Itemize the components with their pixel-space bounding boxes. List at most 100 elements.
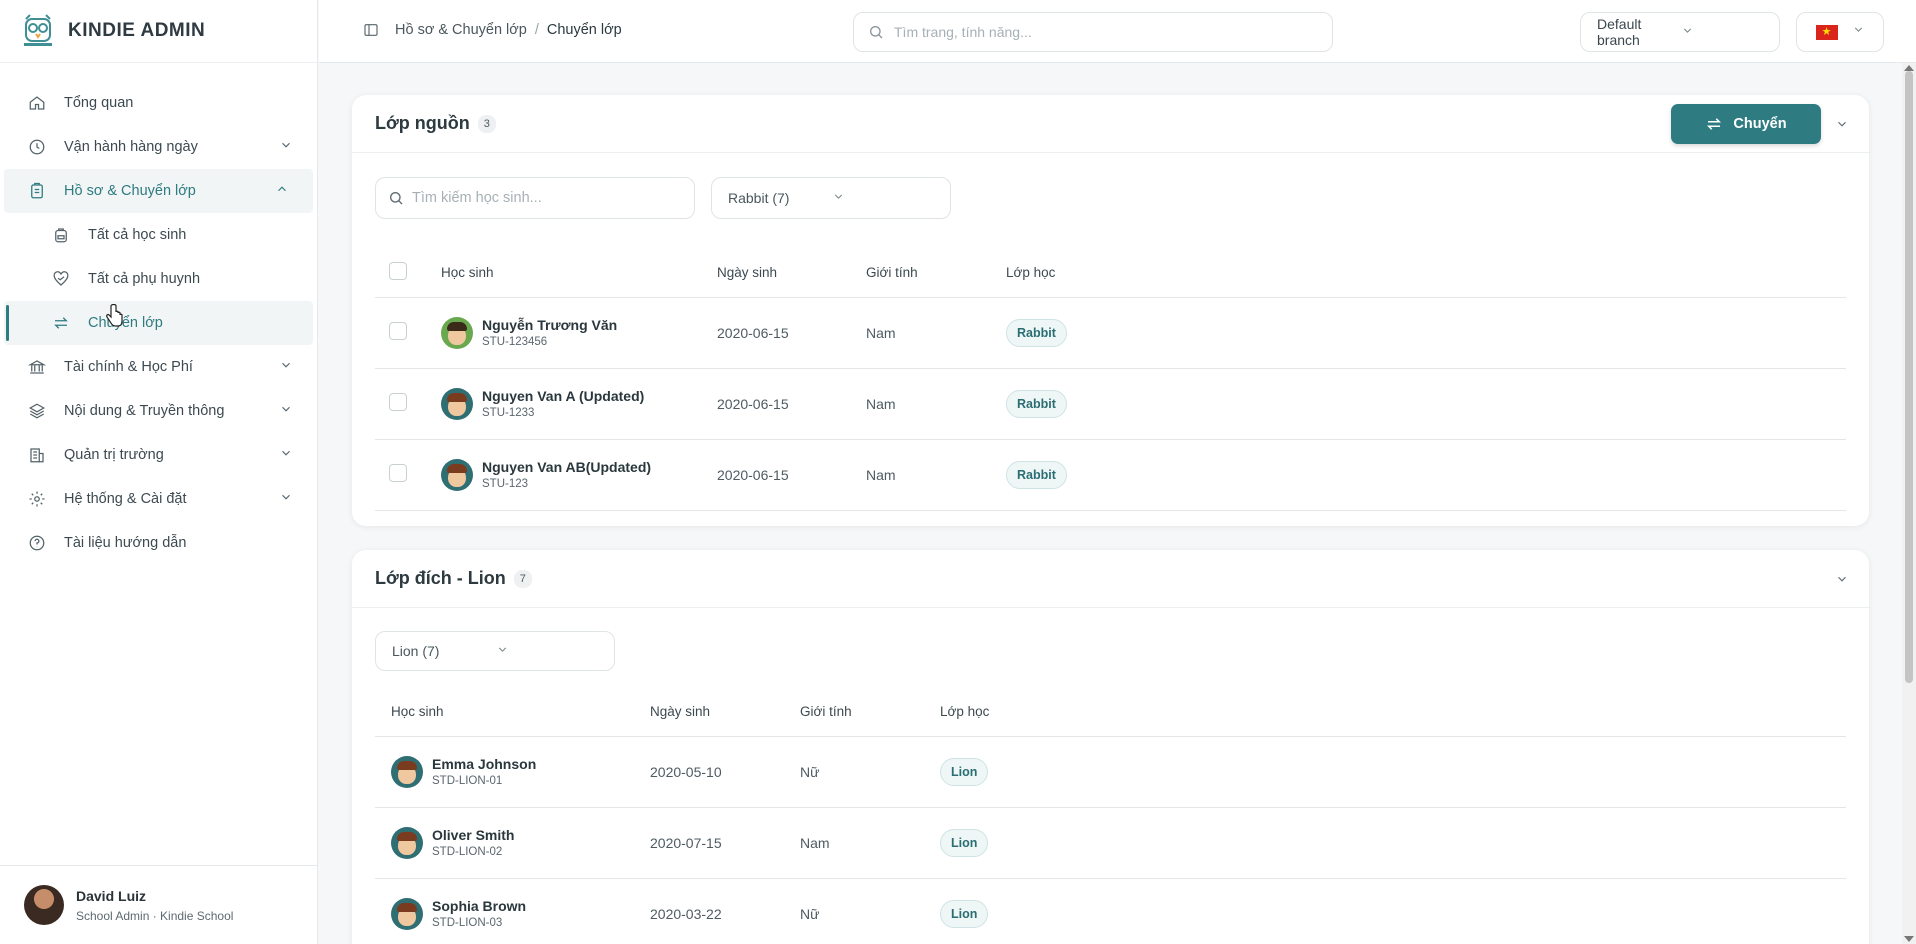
student-search-placeholder: Tìm kiếm học sinh... xyxy=(412,190,542,206)
source-card-header: Lớp nguồn 3 Chuyển xyxy=(352,95,1869,153)
chevron-down-icon xyxy=(279,446,293,464)
col-dob: Ngày sinh xyxy=(701,249,850,298)
brand[interactable]: KINDIE ADMIN xyxy=(0,0,317,63)
student-avatar xyxy=(441,458,473,491)
clipboard-icon xyxy=(28,182,46,200)
col-student: Học sinh xyxy=(375,688,634,737)
student-avatar xyxy=(391,826,423,859)
class-cell: Rabbit xyxy=(990,368,1846,440)
dob-cell: 2020-06-15 xyxy=(701,439,850,511)
scrollbar-thumb[interactable] xyxy=(1905,71,1913,683)
student-search-input[interactable]: Tìm kiếm học sinh... xyxy=(375,177,695,219)
student-cell: Nguyễn Trương Văn STU-123456 xyxy=(441,297,701,369)
student-name: Emma Johnson xyxy=(432,756,537,772)
row-select-cell xyxy=(375,297,441,369)
table-header-row: Học sinh Ngày sinh Giới tính Lớp học xyxy=(375,249,1846,298)
help-icon xyxy=(28,534,46,552)
scroll-down-arrow-icon[interactable] xyxy=(1904,936,1914,942)
breadcrumb-separator: / xyxy=(534,22,539,38)
search-icon xyxy=(390,192,403,205)
source-class-value: Rabbit (7) xyxy=(728,190,790,206)
target-class-select[interactable]: Lion (7) xyxy=(375,631,615,671)
sidebar-item-help-docs[interactable]: Tài liệu hướng dẫn xyxy=(0,521,317,565)
student-cell: Oliver Smith STD-LION-02 xyxy=(375,807,634,879)
table-row[interactable]: Nguyen Van A (Updated) STU-1233 2020-06-1… xyxy=(375,368,1846,440)
sidebar-item-class-transfer[interactable]: Chuyển lớp xyxy=(4,301,313,345)
sidebar-item-records-transfer[interactable]: Hồ sơ & Chuyển lớp xyxy=(4,169,313,213)
breadcrumb-current: Chuyển lớp xyxy=(546,22,622,38)
row-checkbox[interactable] xyxy=(389,322,407,340)
sidebar-item-system-settings[interactable]: Hệ thống & Cài đặt xyxy=(0,477,317,521)
sidebar-item-label: Nội dung & Truyền thông xyxy=(64,403,225,419)
chevron-down-icon xyxy=(1681,24,1765,40)
collapse-chevron-icon[interactable] xyxy=(1835,117,1849,136)
owl-logo-icon xyxy=(24,14,52,46)
chevron-down-icon xyxy=(496,643,600,659)
row-select-cell xyxy=(375,368,441,440)
class-cell: Rabbit xyxy=(990,297,1846,369)
sidebar-item-content-communication[interactable]: Nội dung & Truyền thông xyxy=(0,389,317,433)
collapse-chevron-icon[interactable] xyxy=(1835,572,1849,591)
student-name: Oliver Smith xyxy=(432,827,515,843)
user-name: David Luiz xyxy=(76,887,147,904)
dob-cell: 2020-05-10 xyxy=(634,736,784,808)
sidebar-item-label: Vận hành hàng ngày xyxy=(64,139,198,155)
page-scrollbar[interactable] xyxy=(1902,63,1916,944)
gender-cell: Nam xyxy=(850,297,990,369)
transfer-icon xyxy=(1707,118,1722,130)
source-class-select[interactable]: Rabbit (7) xyxy=(711,177,951,219)
source-class-card: Lớp nguồn 3 Chuyển Tìm kiếm học sinh... … xyxy=(352,95,1869,526)
table-row[interactable]: Nguyen Van AB(Updated) STU-123 2020-06-15… xyxy=(375,439,1846,511)
source-students-table: Học sinh Ngày sinh Giới tính Lớp học Ngu… xyxy=(375,249,1846,511)
sidebar-item-all-parents[interactable]: Tất cả phụ huynh xyxy=(0,257,317,301)
transfer-button[interactable]: Chuyển xyxy=(1671,104,1821,144)
target-count-badge: 7 xyxy=(513,569,532,588)
class-tag: Lion xyxy=(940,828,989,857)
table-row[interactable]: Oliver Smith STD-LION-02 2020-07-15 Nam L… xyxy=(375,807,1846,879)
chevron-down-icon xyxy=(279,402,293,420)
sidebar-item-label: Quản trị trường xyxy=(64,447,164,463)
table-row[interactable]: Nguyễn Trương Văn STU-123456 2020-06-15 N… xyxy=(375,297,1846,369)
gender-cell: Nữ xyxy=(784,878,924,944)
student-code: STU-123456 xyxy=(482,336,548,348)
class-tag: Rabbit xyxy=(1006,389,1067,418)
col-class: Lớp học xyxy=(924,688,1846,737)
layers-icon xyxy=(28,402,46,420)
sidebar: KINDIE ADMIN Tổng quan Vận hành hàng ngà… xyxy=(0,0,318,944)
sidebar-item-overview[interactable]: Tổng quan xyxy=(0,81,317,125)
gender-cell: Nam xyxy=(850,439,990,511)
student-code: STD-LION-03 xyxy=(432,917,503,929)
global-search-input[interactable]: Tìm trang, tính năng... xyxy=(853,12,1333,52)
breadcrumb-parent[interactable]: Hồ sơ & Chuyển lớp xyxy=(395,22,527,38)
sidebar-toggle-icon[interactable] xyxy=(363,22,379,38)
gender-cell: Nam xyxy=(784,807,924,879)
dob-cell: 2020-03-22 xyxy=(634,878,784,944)
gender-cell: Nam xyxy=(850,368,990,440)
row-checkbox[interactable] xyxy=(389,464,407,482)
sidebar-submenu: Tất cả học sinh Tất cả phụ huynh Chuyển … xyxy=(0,213,317,345)
target-toolbar: Lion (7) xyxy=(352,608,1869,688)
row-select-cell xyxy=(375,439,441,511)
sidebar-item-school-admin[interactable]: Quản trị trường xyxy=(0,433,317,477)
language-select[interactable]: ★ xyxy=(1796,12,1884,52)
branch-select[interactable]: Default branch xyxy=(1580,12,1780,52)
chevron-down-icon xyxy=(279,490,293,508)
search-icon xyxy=(870,26,883,39)
select-all-checkbox[interactable] xyxy=(389,262,407,281)
class-cell: Rabbit xyxy=(990,439,1846,511)
table-row[interactable]: Emma Johnson STD-LION-01 2020-05-10 Nữ Li… xyxy=(375,736,1846,808)
user-profile[interactable]: David Luiz School Admin · Kindie School xyxy=(0,865,318,944)
select-all-cell xyxy=(375,249,441,298)
class-tag: Rabbit xyxy=(1006,318,1067,347)
chevron-down-icon xyxy=(1852,23,1865,41)
transfer-button-label: Chuyển xyxy=(1733,116,1787,132)
student-cell: Nguyen Van AB(Updated) STU-123 xyxy=(441,439,701,511)
sidebar-item-finance-fees[interactable]: Tài chính & Học Phí xyxy=(0,345,317,389)
sidebar-item-label: Tất cả học sinh xyxy=(88,227,187,243)
sidebar-item-daily-operations[interactable]: Vận hành hàng ngày xyxy=(0,125,317,169)
dob-cell: 2020-06-15 xyxy=(701,368,850,440)
dob-cell: 2020-06-15 xyxy=(701,297,850,369)
table-row[interactable]: Sophia Brown STD-LION-03 2020-03-22 Nữ Li… xyxy=(375,878,1846,944)
row-checkbox[interactable] xyxy=(389,393,407,411)
sidebar-item-all-students[interactable]: Tất cả học sinh xyxy=(0,213,317,257)
